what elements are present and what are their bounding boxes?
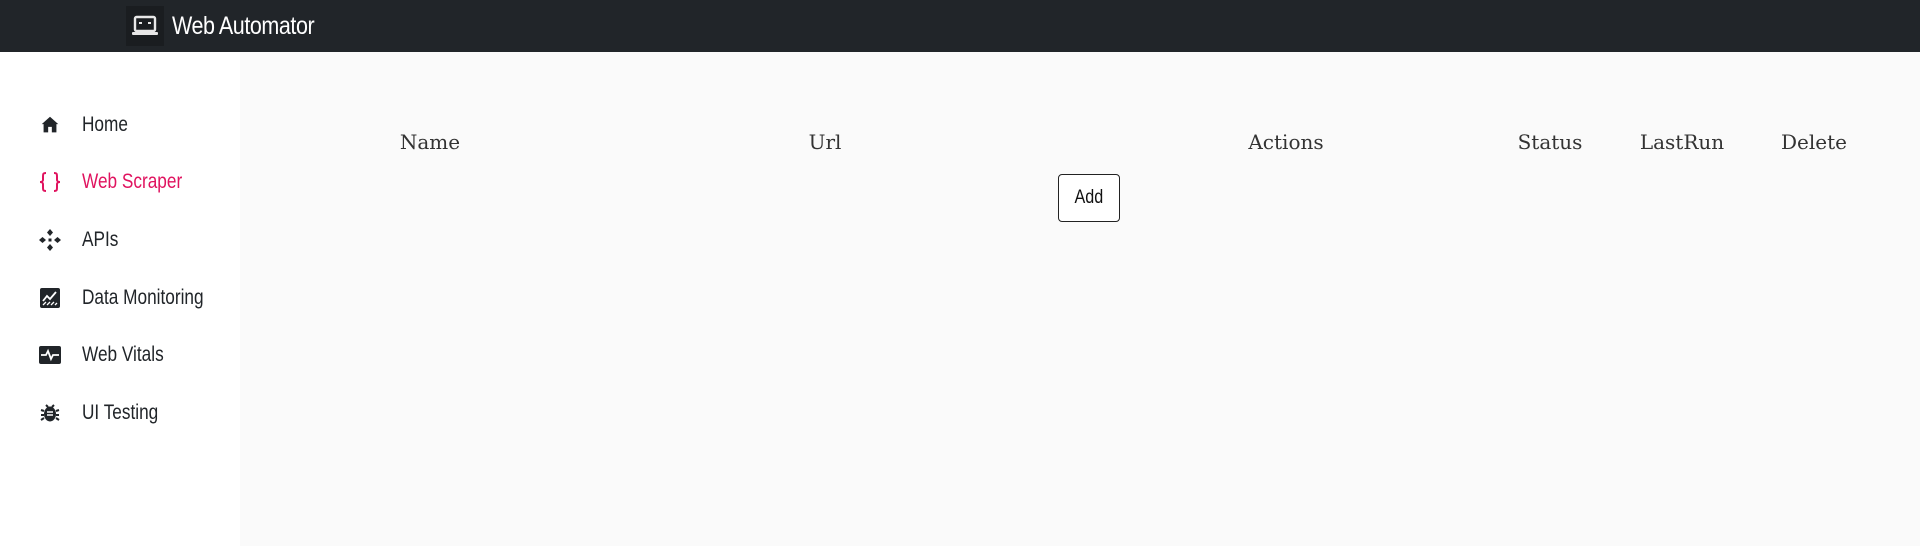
column-header-name: Name (399, 130, 461, 154)
home-icon (38, 113, 62, 137)
column-header-actions: Actions (1248, 130, 1324, 154)
column-header-lastrun: LastRun (1639, 130, 1725, 154)
add-button-label: Add (1074, 187, 1104, 208)
bug-icon (38, 401, 62, 425)
brand[interactable]: Web Automator (126, 4, 337, 48)
sidebar-item-ui-testing[interactable]: UI Testing (38, 398, 238, 428)
sidebar-item-label: Data Monitoring (82, 286, 204, 309)
add-button[interactable]: Add (1058, 174, 1120, 222)
column-header-delete: Delete (1781, 130, 1847, 154)
sidebar-item-label: UI Testing (82, 401, 159, 424)
sidebar-item-label: Home (82, 113, 128, 136)
sidebar: Home Web Scraper APIs Data Monitoring We… (0, 52, 240, 546)
sidebar-item-label: APIs (82, 228, 119, 251)
sidebar-item-web-scraper[interactable]: Web Scraper (38, 167, 238, 197)
sidebar-item-label: Web Vitals (82, 343, 164, 366)
sidebar-item-home[interactable]: Home (38, 110, 238, 140)
top-navbar: Web Automator (0, 0, 1920, 52)
sidebar-item-data-monitoring[interactable]: Data Monitoring (38, 283, 238, 313)
sidebar-item-apis[interactable]: APIs (38, 225, 238, 255)
chart-area-icon (38, 286, 62, 310)
sidebar-item-web-vitals[interactable]: Web Vitals (38, 340, 238, 370)
api-diamond-icon (38, 228, 62, 252)
app-title: Web Automator (172, 11, 315, 40)
heartbeat-icon (38, 343, 62, 367)
column-header-url: Url (808, 130, 842, 154)
column-header-status: Status (1517, 130, 1583, 154)
sidebar-item-label: Web Scraper (82, 170, 183, 193)
main-content: Name Url Actions Status LastRun Delete A… (240, 52, 1920, 546)
laptop-icon (126, 6, 164, 46)
curly-braces-icon (38, 170, 62, 194)
